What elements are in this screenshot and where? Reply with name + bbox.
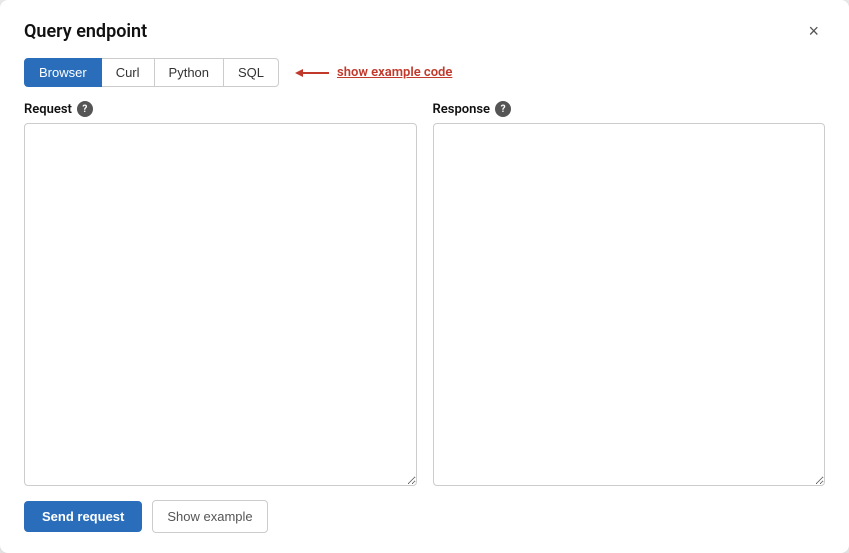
tab-sql[interactable]: SQL (224, 58, 279, 87)
tab-curl[interactable]: Curl (102, 58, 155, 87)
show-example-button[interactable]: Show example (152, 500, 267, 533)
modal-overlay: Query endpoint × Browser Curl Python SQL… (0, 0, 849, 553)
close-button[interactable]: × (802, 20, 825, 42)
modal-title: Query endpoint (24, 21, 147, 42)
tabs-row: Browser Curl Python SQL show example cod… (24, 58, 825, 87)
tab-browser[interactable]: Browser (24, 58, 102, 87)
request-label: Request ? (24, 101, 417, 117)
modal-footer: Send request Show example (24, 500, 825, 533)
arrow-icon (293, 65, 331, 81)
show-example-annotation: show example code (293, 65, 452, 81)
response-panel: Response ? (433, 101, 826, 486)
panels-row: Request ? Response ? (24, 101, 825, 486)
response-label: Response ? (433, 101, 826, 117)
query-endpoint-modal: Query endpoint × Browser Curl Python SQL… (0, 0, 849, 553)
request-help-icon: ? (77, 101, 93, 117)
request-textarea[interactable] (24, 123, 417, 486)
response-textarea[interactable] (433, 123, 826, 486)
send-request-button[interactable]: Send request (24, 501, 142, 532)
response-help-icon: ? (495, 101, 511, 117)
request-panel: Request ? (24, 101, 417, 486)
show-example-code-label[interactable]: show example code (337, 65, 452, 80)
tab-python[interactable]: Python (155, 58, 224, 87)
modal-header: Query endpoint × (24, 20, 825, 42)
